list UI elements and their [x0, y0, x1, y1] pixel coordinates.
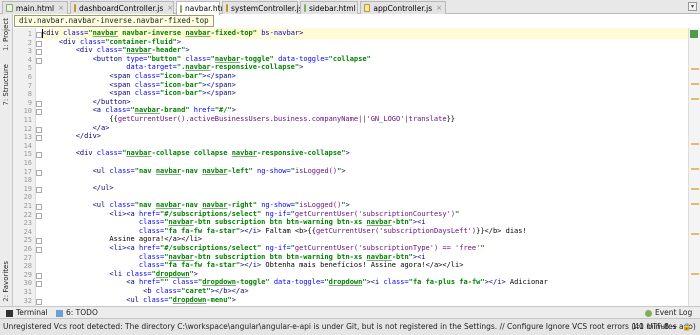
code-line[interactable]: <ul class="dropdown-menu"> [42, 295, 236, 306]
line-number: 3 [27, 47, 32, 56]
line-number: 16 [23, 159, 32, 167]
warning-marker[interactable] [691, 233, 699, 235]
warning-marker[interactable] [691, 98, 699, 100]
js-file-icon [226, 4, 228, 12]
line-number: 7 [27, 81, 32, 90]
line-number: 30 [23, 279, 32, 288]
line-number: 2 [27, 38, 32, 47]
line-number: 23 [23, 219, 32, 228]
favorites-tool-number: 2 [2, 297, 10, 302]
line-number: 11 [23, 116, 32, 124]
bottom-tool-bar: Terminal 6: TODO Event Log [0, 306, 700, 318]
line-number: 28 [23, 262, 32, 271]
line-number: 26 [23, 245, 32, 253]
close-icon[interactable]: × [167, 4, 173, 12]
html-file-icon [304, 4, 306, 12]
line-number: 4 [27, 55, 32, 64]
terminal-tool-label: Terminal [16, 308, 48, 317]
tab-label: appController.js [373, 3, 433, 13]
line-number: 13 [23, 133, 32, 142]
warning-marker[interactable] [691, 188, 699, 190]
line-number: 5 [27, 64, 32, 73]
code-editor[interactable]: <div class="navbar navbar-inverse navbar… [42, 28, 688, 306]
html-file-icon [180, 4, 182, 13]
tab-label: sidebar.html [309, 3, 356, 13]
warning-marker[interactable] [691, 83, 699, 85]
js-file-icon [74, 4, 76, 12]
warning-marker[interactable] [691, 168, 699, 170]
warning-marker[interactable] [691, 273, 699, 275]
project-tool-number: 1 [2, 46, 10, 52]
terminal-icon [6, 309, 13, 317]
warning-marker[interactable] [691, 203, 699, 205]
tab-overflow-icon[interactable]: ▾ [688, 2, 697, 11]
line-number: 27 [23, 253, 32, 262]
left-tool-strip: 1: Project 7: Structure 2: Favorites [0, 14, 13, 306]
lock-icon[interactable]: 🔒 [682, 322, 691, 331]
structure-tool-button[interactable]: 7: Structure [2, 64, 10, 106]
project-tool-label: Project [2, 18, 10, 42]
line-number: 1 [27, 30, 32, 38]
line-number: 32 [23, 296, 32, 305]
tab-label: main.html [15, 3, 55, 13]
todo-icon [56, 309, 63, 317]
html-file-icon [6, 4, 13, 12]
line-number: 31 [23, 288, 32, 296]
file-encoding[interactable]: UTF-8 ÷ [647, 322, 678, 331]
todo-tool-label: 6: TODO [66, 308, 98, 317]
event-log-icon [645, 309, 652, 317]
line-number: 24 [23, 227, 32, 236]
line-number: 21 [23, 202, 32, 210]
status-message[interactable]: Unregistered Vcs root detected: The dire… [3, 322, 696, 331]
todo-tool-button[interactable]: 6: TODO [56, 308, 98, 318]
structure-tool-number: 7 [2, 101, 10, 106]
line-number: 9 [27, 98, 32, 107]
tab-label: dashboardController.js [79, 3, 164, 13]
line-number: 20 [23, 193, 32, 202]
line-number: 10 [23, 107, 32, 116]
code-line[interactable]: </div> [42, 131, 101, 142]
line-number: 14 [23, 141, 32, 150]
structure-tool-label: Structure [2, 64, 10, 97]
line-number: 22 [23, 210, 32, 219]
line-number: 8 [27, 90, 32, 99]
tab-sidebar-html[interactable]: sidebar.html× [300, 1, 365, 14]
breadcrumb[interactable]: div.navbar.navbar-inverse.navbar-fixed-t… [14, 15, 214, 27]
close-icon[interactable]: × [58, 4, 64, 12]
line-number: 25 [23, 236, 32, 245]
tab-main-html[interactable]: main.html × [2, 1, 68, 14]
tab-systemcontroller-js[interactable]: systemController.js× [222, 1, 313, 14]
code-line[interactable]: <ul class="nav navbar-nav navbar-left" n… [42, 166, 346, 177]
line-number: 29 [23, 270, 32, 279]
event-log-button[interactable]: Event Log [645, 308, 692, 318]
line-number-gutter: 1 2 3 4 5 6 7 8 9 10 11 12 13 14 15 16 17 18 19 20 21 22 23 24 2… [13, 28, 36, 306]
close-icon[interactable]: × [436, 4, 442, 12]
status-bar: Unregistered Vcs root detected: The dire… [0, 318, 700, 335]
tab-label: systemController.js [231, 3, 303, 13]
terminal-tool-button[interactable]: Terminal [6, 308, 48, 318]
caret-position[interactable]: 1:1 [632, 322, 644, 331]
line-number: 17 [23, 167, 32, 176]
tab-dashboardcontroller-js[interactable]: dashboardController.js × [70, 1, 174, 14]
js-file-icon [364, 4, 371, 12]
line-number: 12 [23, 124, 32, 133]
event-log-label: Event Log [655, 308, 693, 317]
error-stripe[interactable] [688, 28, 700, 306]
project-tool-button[interactable]: 1: Project [2, 18, 10, 51]
favorites-tool-label: Favorites [2, 261, 10, 293]
code-line[interactable]: <div class="navbar-collapse collapse nav… [42, 148, 350, 159]
tab-navbar-html[interactable]: navbar.html× [176, 1, 240, 15]
line-number: 15 [23, 150, 32, 159]
line-number: 18 [23, 176, 32, 185]
warning-marker[interactable] [691, 143, 699, 145]
line-number: 19 [23, 184, 32, 193]
code-line[interactable]: </ul> [42, 183, 114, 194]
editor-tab-bar: main.html × dashboardController.js × navbar.… [0, 0, 700, 15]
warning-marker[interactable] [691, 68, 699, 70]
inspection-status-icon[interactable] [690, 30, 698, 38]
favorites-tool-button[interactable]: 2: Favorites [2, 261, 10, 302]
line-number: 6 [27, 73, 32, 81]
tab-appcontroller-js[interactable]: appController.js × [360, 1, 446, 14]
